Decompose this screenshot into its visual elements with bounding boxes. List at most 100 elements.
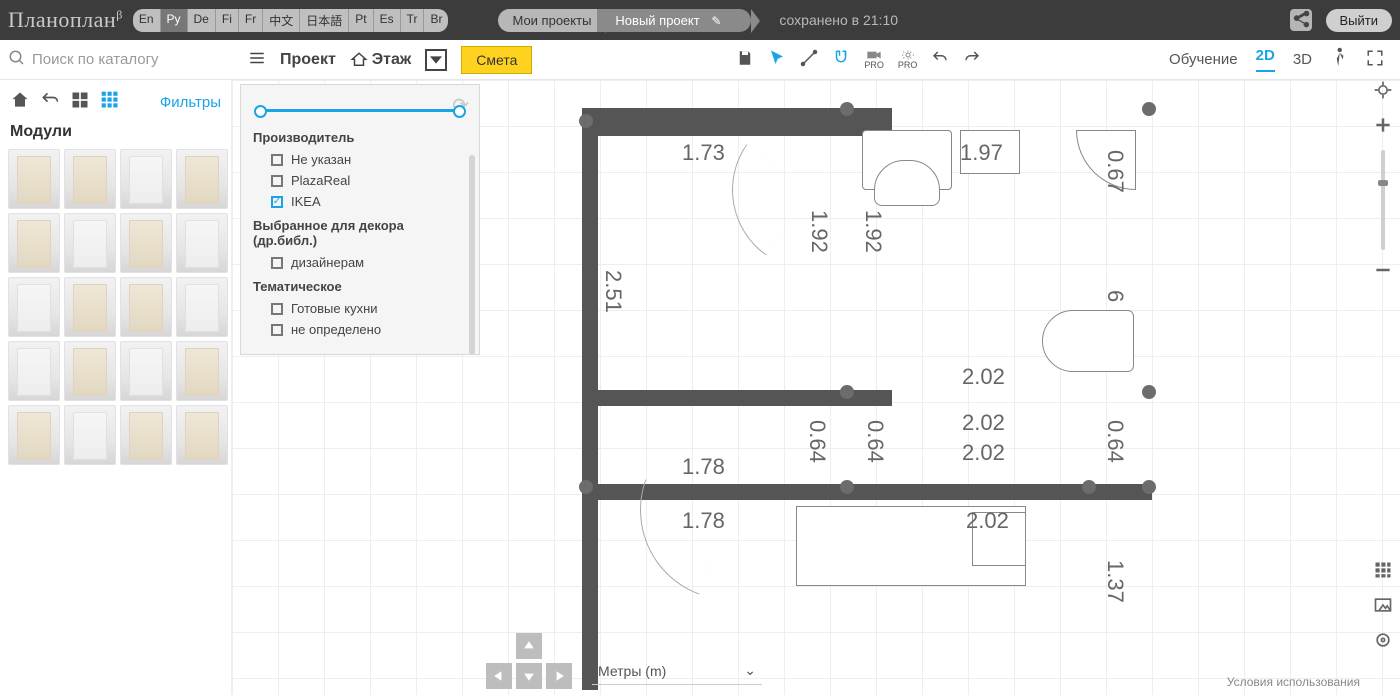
- filter-range-slider[interactable]: [259, 109, 461, 112]
- units-dropdown[interactable]: Метры (m) ⌄: [592, 657, 762, 685]
- lang-ja[interactable]: 日本語: [299, 9, 348, 32]
- catalog-item[interactable]: [120, 277, 172, 337]
- share-icon[interactable]: [1290, 9, 1312, 31]
- filter-scrollbar[interactable]: [469, 155, 475, 355]
- catalog-item[interactable]: [64, 213, 116, 273]
- floor-menu[interactable]: Этаж: [350, 51, 411, 69]
- magnet-icon[interactable]: [832, 49, 850, 70]
- catalog-item[interactable]: [120, 405, 172, 465]
- brand-beta: β: [116, 8, 123, 22]
- estimate-button[interactable]: Смета: [461, 46, 532, 74]
- language-switcher: En Ру De Fi Fr 中文 日本語 Pt Es Tr Br: [133, 9, 449, 32]
- tab-2d[interactable]: 2D: [1256, 47, 1275, 72]
- fixture-toilet[interactable]: [1042, 310, 1134, 372]
- catalog-item[interactable]: [120, 341, 172, 401]
- edit-icon[interactable]: ✎: [711, 14, 721, 28]
- camera-pro-icon[interactable]: PRO: [864, 49, 884, 70]
- redo-icon[interactable]: [963, 49, 981, 70]
- dim-1-37: 1.37: [1102, 560, 1128, 603]
- lang-tr[interactable]: Tr: [400, 9, 424, 32]
- view-grid-icon[interactable]: [100, 90, 120, 115]
- snapshot-icon[interactable]: [1373, 595, 1393, 620]
- filter-panel: ⟳ Производитель Не указан PlazaReal ✓IKE…: [240, 84, 480, 355]
- nav-left[interactable]: [486, 663, 512, 689]
- filter-opt-ikea[interactable]: ✓IKEA: [253, 191, 467, 212]
- catalog-item[interactable]: [8, 341, 60, 401]
- nav-down[interactable]: [516, 663, 542, 689]
- filter-opt-kitchens[interactable]: Готовые кухни: [253, 298, 467, 319]
- catalog-item[interactable]: [64, 277, 116, 337]
- terms-link[interactable]: Условия использования: [1227, 675, 1360, 689]
- nav-up[interactable]: [516, 633, 542, 659]
- catalog-item[interactable]: [8, 405, 60, 465]
- catalog-item[interactable]: [120, 149, 172, 209]
- project-menu[interactable]: Проект: [280, 51, 336, 69]
- zoom-out-icon[interactable]: [1373, 260, 1393, 285]
- grid-toggle-icon[interactable]: [1373, 560, 1393, 585]
- zoom-in-icon[interactable]: [1373, 115, 1393, 140]
- logout-button[interactable]: Выйти: [1326, 9, 1393, 32]
- units-label: Метры (m): [598, 663, 666, 679]
- catalog-item[interactable]: [64, 341, 116, 401]
- dim-2-51: 2.51: [600, 270, 626, 313]
- chevron-down-icon: ⌄: [744, 662, 756, 679]
- filter-opt-unspecified[interactable]: Не указан: [253, 149, 467, 170]
- cursor-icon[interactable]: [768, 49, 786, 70]
- breadcrumb: Мои проекты Новый проект ✎: [498, 9, 743, 32]
- search-icon[interactable]: [8, 49, 26, 70]
- lang-pt[interactable]: Pt: [348, 9, 372, 32]
- back-icon[interactable]: [40, 90, 60, 115]
- search-input[interactable]: [32, 51, 212, 68]
- lang-es[interactable]: Es: [373, 9, 400, 32]
- fixture-wc-bowl[interactable]: [874, 160, 940, 206]
- filter-opt-undefined[interactable]: не определено: [253, 319, 467, 340]
- save-icon[interactable]: [736, 49, 754, 70]
- catalog-item[interactable]: [176, 149, 228, 209]
- lang-zh[interactable]: 中文: [262, 9, 299, 32]
- catalog-item[interactable]: [8, 213, 60, 273]
- breadcrumb-projects[interactable]: Мои проекты: [498, 9, 605, 32]
- view-large-icon[interactable]: [70, 90, 90, 115]
- catalog-item[interactable]: [176, 341, 228, 401]
- settings2-icon[interactable]: [1373, 630, 1393, 655]
- dim-1-78a: 1.78: [682, 454, 725, 480]
- brand-logo: Планопланβ: [8, 7, 123, 33]
- catalog-item[interactable]: [120, 213, 172, 273]
- wall-tool-icon[interactable]: [800, 49, 818, 70]
- lang-en[interactable]: En: [133, 9, 160, 32]
- filter-opt-designers[interactable]: дизайнерам: [253, 252, 467, 273]
- floor-dropdown-icon[interactable]: [425, 49, 447, 71]
- target-icon[interactable]: [1373, 80, 1393, 105]
- lang-br[interactable]: Br: [423, 9, 448, 32]
- tab-3d[interactable]: 3D: [1293, 51, 1312, 68]
- floor-menu-label: Этаж: [372, 51, 411, 69]
- filter-opt-plazareal[interactable]: PlazaReal: [253, 170, 467, 191]
- catalog-item[interactable]: [176, 277, 228, 337]
- dim-1-78b: 1.78: [682, 508, 725, 534]
- zoom-slider[interactable]: [1381, 150, 1385, 250]
- catalog-item[interactable]: [64, 149, 116, 209]
- tab-training[interactable]: Обучение: [1169, 51, 1238, 68]
- breadcrumb-current-label: Новый проект: [615, 13, 699, 28]
- lang-ru[interactable]: Ру: [160, 9, 187, 32]
- walk-icon[interactable]: [1330, 47, 1348, 72]
- light-pro-icon[interactable]: PRO: [898, 49, 918, 70]
- catalog-item[interactable]: [64, 405, 116, 465]
- menu-icon[interactable]: [248, 49, 266, 70]
- filters-link[interactable]: Фильтры: [160, 94, 221, 111]
- filter-section-decor: Выбранное для декора (др.библ.): [253, 218, 467, 248]
- home-icon[interactable]: [10, 90, 30, 115]
- lang-fr[interactable]: Fr: [238, 9, 262, 32]
- undo-icon[interactable]: [931, 49, 949, 70]
- lang-de[interactable]: De: [187, 9, 215, 32]
- breadcrumb-current[interactable]: Новый проект ✎: [597, 9, 751, 32]
- catalog-item[interactable]: [8, 277, 60, 337]
- catalog-item[interactable]: [8, 149, 60, 209]
- fullscreen-icon[interactable]: [1366, 49, 1384, 70]
- canvas-tools: PRO PRO: [736, 49, 981, 70]
- catalog-item[interactable]: [176, 405, 228, 465]
- nav-right[interactable]: [546, 663, 572, 689]
- lang-fi[interactable]: Fi: [215, 9, 238, 32]
- catalog-item[interactable]: [176, 213, 228, 273]
- toolbar-right: Обучение 2D 3D: [1169, 47, 1392, 72]
